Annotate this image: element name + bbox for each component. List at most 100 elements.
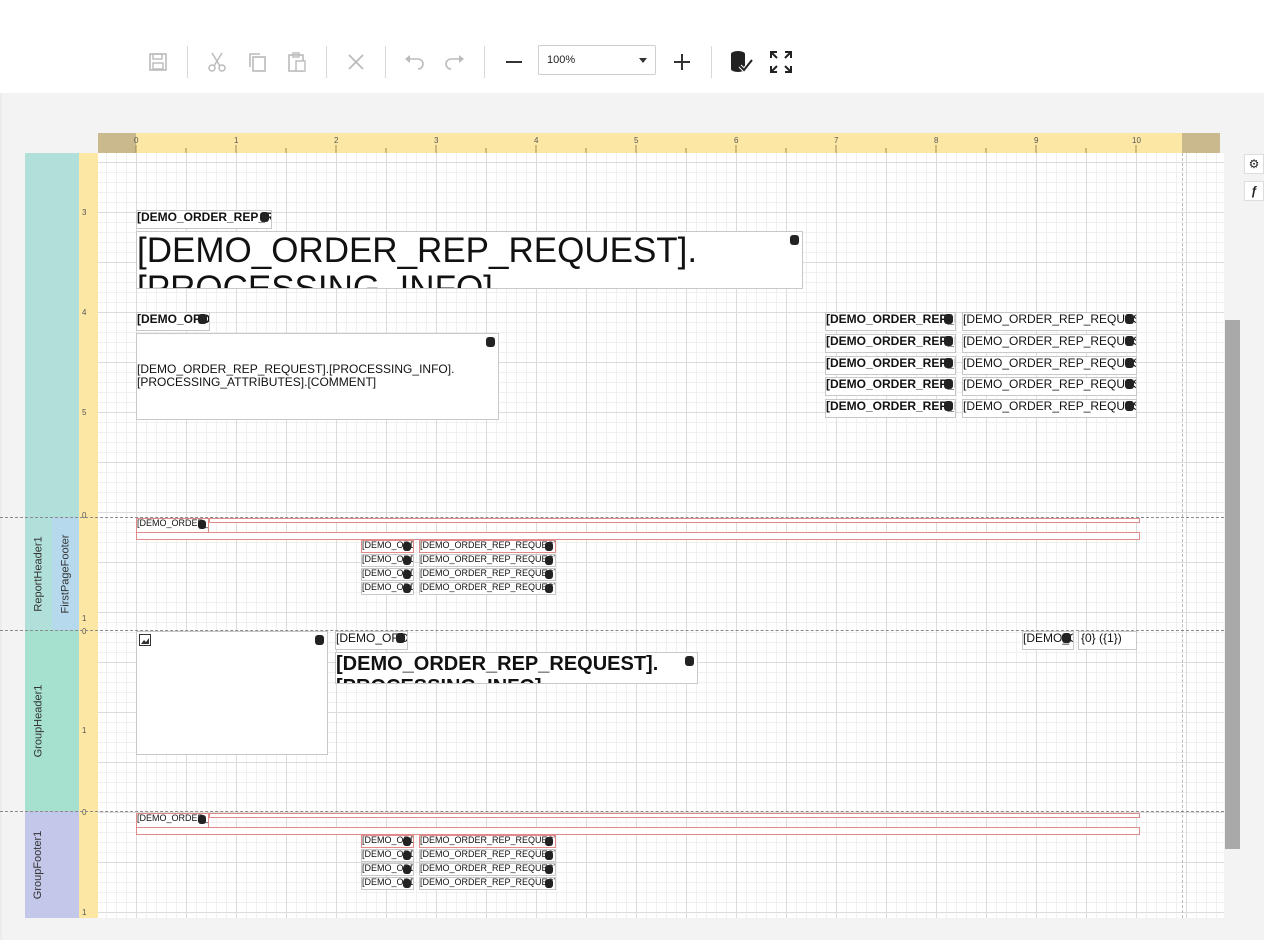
database-icon [545, 851, 553, 860]
database-icon [790, 235, 799, 245]
footer-line[interactable] [136, 827, 1140, 835]
footer-col2-cell[interactable]: [DEMO_ORDER_REP_REQUEST].[FOOTER] [419, 582, 556, 595]
footer-col2-cell[interactable]: [DEMO_ORDER_REP_REQUEST].[FOOTER] [419, 877, 556, 890]
ruler-tick-label: 8 [934, 136, 939, 145]
footer-line[interactable] [209, 813, 1140, 818]
database-icon [403, 542, 411, 551]
database-icon [944, 379, 953, 389]
footer-col1-cell[interactable]: [DEMO_ORDER_REP_REQUEST] [361, 554, 414, 567]
footer-col2-cell[interactable]: [DEMO_ORDER_REP_REQUEST].[FOOTER] [419, 849, 556, 862]
ruler-tick-label: 6 [734, 136, 739, 145]
ruler-tick-label: 5 [634, 136, 639, 145]
footer-col2-cell[interactable]: [DEMO_ORDER_REP_REQUEST].[FOOTER] [419, 568, 556, 581]
zoom-select[interactable]: 100% [538, 45, 656, 75]
group-header-label[interactable]: [DEMO_ORDER_REP_REQUEST] [335, 631, 408, 650]
delete-icon[interactable] [340, 46, 372, 78]
report-header-big-title[interactable]: [DEMO_ORDER_REP_REQUEST]. [PROCESSING_IN… [136, 231, 803, 289]
database-icon [396, 633, 405, 643]
gear-icon[interactable]: ⚙ [1244, 154, 1264, 174]
database-icon [486, 337, 495, 347]
footer-col2-cell[interactable]: [DEMO_ORDER_REP_REQUEST].[FOOTER] [419, 835, 556, 848]
database-icon [545, 542, 553, 551]
group-header-title[interactable]: [DEMO_ORDER_REP_REQUEST]. [PROCESSING_IN… [335, 652, 698, 684]
redo-icon[interactable] [438, 46, 470, 78]
ruler-tick-label: 0 [82, 627, 87, 636]
database-icon [403, 851, 411, 860]
footer-col2-cell[interactable]: [DEMO_ORDER_REP_REQUEST].[FOOTER] [419, 540, 556, 553]
database-icon [685, 656, 694, 666]
group-header-right-label[interactable]: [DEMO_ORDER_REP_REQUEST] [1022, 631, 1074, 650]
band-label-firstpagefooter[interactable]: FirstPageFooter [52, 517, 79, 630]
database-icon [403, 865, 411, 874]
page-info[interactable]: {0} ({1}) [1078, 631, 1137, 650]
function-icon[interactable]: ƒ [1244, 181, 1264, 201]
footer-col1-cell[interactable]: [DEMO_ORDER_REP_REQUEST] [361, 877, 414, 890]
right-value-4[interactable]: [DEMO_ORDER_REP_REQUEST].[PROCESSING_INF… [962, 377, 1137, 396]
database-icon [260, 212, 269, 222]
footer-col1-cell[interactable]: [DEMO_ORDER_REP_REQUEST] [361, 849, 414, 862]
ruler-tick-label: 4 [534, 136, 539, 145]
footer-col1-cell[interactable]: [DEMO_ORDER_REP_REQUEST] [361, 568, 414, 581]
copy-icon[interactable] [241, 46, 273, 78]
vertical-scrollbar[interactable] [1225, 320, 1240, 849]
label-text: [DEMO_ORDER_REP_REQUEST] [826, 399, 955, 413]
right-label-2[interactable]: [DEMO_ORDER_REP_REQUEST] [825, 334, 956, 353]
label-text: [DEMO_ORDER_REP_REQUEST] [826, 334, 955, 348]
database-icon [1125, 401, 1134, 411]
footer-col1-cell[interactable]: [DEMO_ORDER_REP_REQUEST] [361, 863, 414, 876]
cut-icon[interactable] [201, 46, 233, 78]
right-value-1[interactable]: [DEMO_ORDER_REP_REQUEST].[PROCESSING_INF… [962, 312, 1137, 331]
band-label-groupheader[interactable]: GroupHeader1 [25, 630, 79, 811]
right-label-3[interactable]: [DEMO_ORDER_REP_REQUEST] [825, 356, 956, 375]
database-icon [944, 314, 953, 324]
right-value-5[interactable]: [DEMO_ORDER_REP_REQUEST].[PROCESSING_INF… [962, 399, 1137, 418]
right-value-2[interactable]: [DEMO_ORDER_REP_REQUEST].[PROCESSING_INF… [962, 334, 1137, 353]
report-header-comment[interactable]: [DEMO_ORDER_REP_REQUEST].[PROCESSING_INF… [136, 333, 499, 420]
database-icon [545, 837, 553, 846]
undo-icon[interactable] [399, 46, 431, 78]
report-header-label-left[interactable]: [DEMO_ORDER_REP_REQUEST] [136, 312, 210, 331]
database-icon [403, 584, 411, 593]
zoom-value: 100% [547, 54, 576, 66]
footer-col1-cell[interactable]: [DEMO_ORDER_REP_REQUEST] [361, 540, 414, 553]
validate-bindings-icon[interactable] [725, 46, 757, 78]
save-icon[interactable] [142, 46, 174, 78]
label-text: [DEMO_ORDER_REP_REQUEST]. [137, 231, 698, 270]
label-text: [PROCESSING_INFO] [336, 676, 697, 683]
paste-icon[interactable] [281, 46, 313, 78]
footer-col1-cell[interactable]: [DEMO_ORDER_REP_REQUEST] [361, 835, 414, 848]
footer-head-cell[interactable]: [DEMO_ORDER_REP_REQUEST] [136, 518, 209, 533]
zoom-in-icon[interactable] [666, 46, 698, 78]
ruler-tick-label: 1 [82, 614, 87, 623]
footer-line[interactable] [209, 518, 1140, 523]
right-label-5[interactable]: [DEMO_ORDER_REP_REQUEST] [825, 399, 956, 418]
fullscreen-icon[interactable] [765, 46, 797, 78]
label-text: [DEMO_ORDER_REP_REQUEST].[FOOTER] [420, 877, 555, 887]
vertical-ruler: 3 4 5 0 1 0 1 0 1 [79, 153, 98, 918]
zoom-out-icon[interactable] [498, 46, 530, 78]
band-label-reportheader[interactable]: ReportHeader1 [25, 517, 52, 630]
footer-col2-cell[interactable]: [DEMO_ORDER_REP_REQUEST].[FOOTER] [419, 863, 556, 876]
database-icon [198, 520, 206, 529]
ruler-tick-label: 10 [1132, 136, 1141, 145]
right-value-3[interactable]: [DEMO_ORDER_REP_REQUEST].[PROCESSING_INF… [962, 356, 1137, 375]
database-icon [944, 358, 953, 368]
database-icon [1125, 379, 1134, 389]
band-reportheader-inner [52, 153, 79, 517]
designer-toolbar: 100% [0, 0, 1264, 93]
footer-head-cell[interactable]: [DEMO_ORDER_REP_REQUEST] [136, 813, 209, 828]
label-text: [DEMO_ORDER_REP_REQUEST].[FOOTER] [420, 863, 555, 873]
label-text: [DEMO_ORDER_REP_REQUEST].[PROCESSING_INF… [963, 399, 1136, 413]
footer-col2-cell[interactable]: [DEMO_ORDER_REP_REQUEST].[FOOTER] [419, 554, 556, 567]
right-label-1[interactable]: [DEMO_ORDER_REP_REQUEST] [825, 312, 956, 331]
picture-box[interactable] [136, 631, 328, 755]
footer-line[interactable] [136, 532, 1140, 540]
band-label-groupfooter[interactable]: GroupFooter1 [25, 811, 79, 918]
footer-col1-cell[interactable]: [DEMO_ORDER_REP_REQUEST] [361, 582, 414, 595]
band-label-text: GroupHeader1 [32, 684, 45, 757]
label-text: [PROCESSING_ATTRIBUTES].[COMMENT] [137, 375, 377, 389]
database-icon [198, 815, 206, 824]
label-text: [DEMO_ORDER_REP_REQUEST]. [336, 653, 659, 675]
right-label-4[interactable]: [DEMO_ORDER_REP_REQUEST] [825, 377, 956, 396]
report-header-small-title[interactable]: [DEMO_ORDER_REP_REQUEST] [136, 210, 272, 229]
